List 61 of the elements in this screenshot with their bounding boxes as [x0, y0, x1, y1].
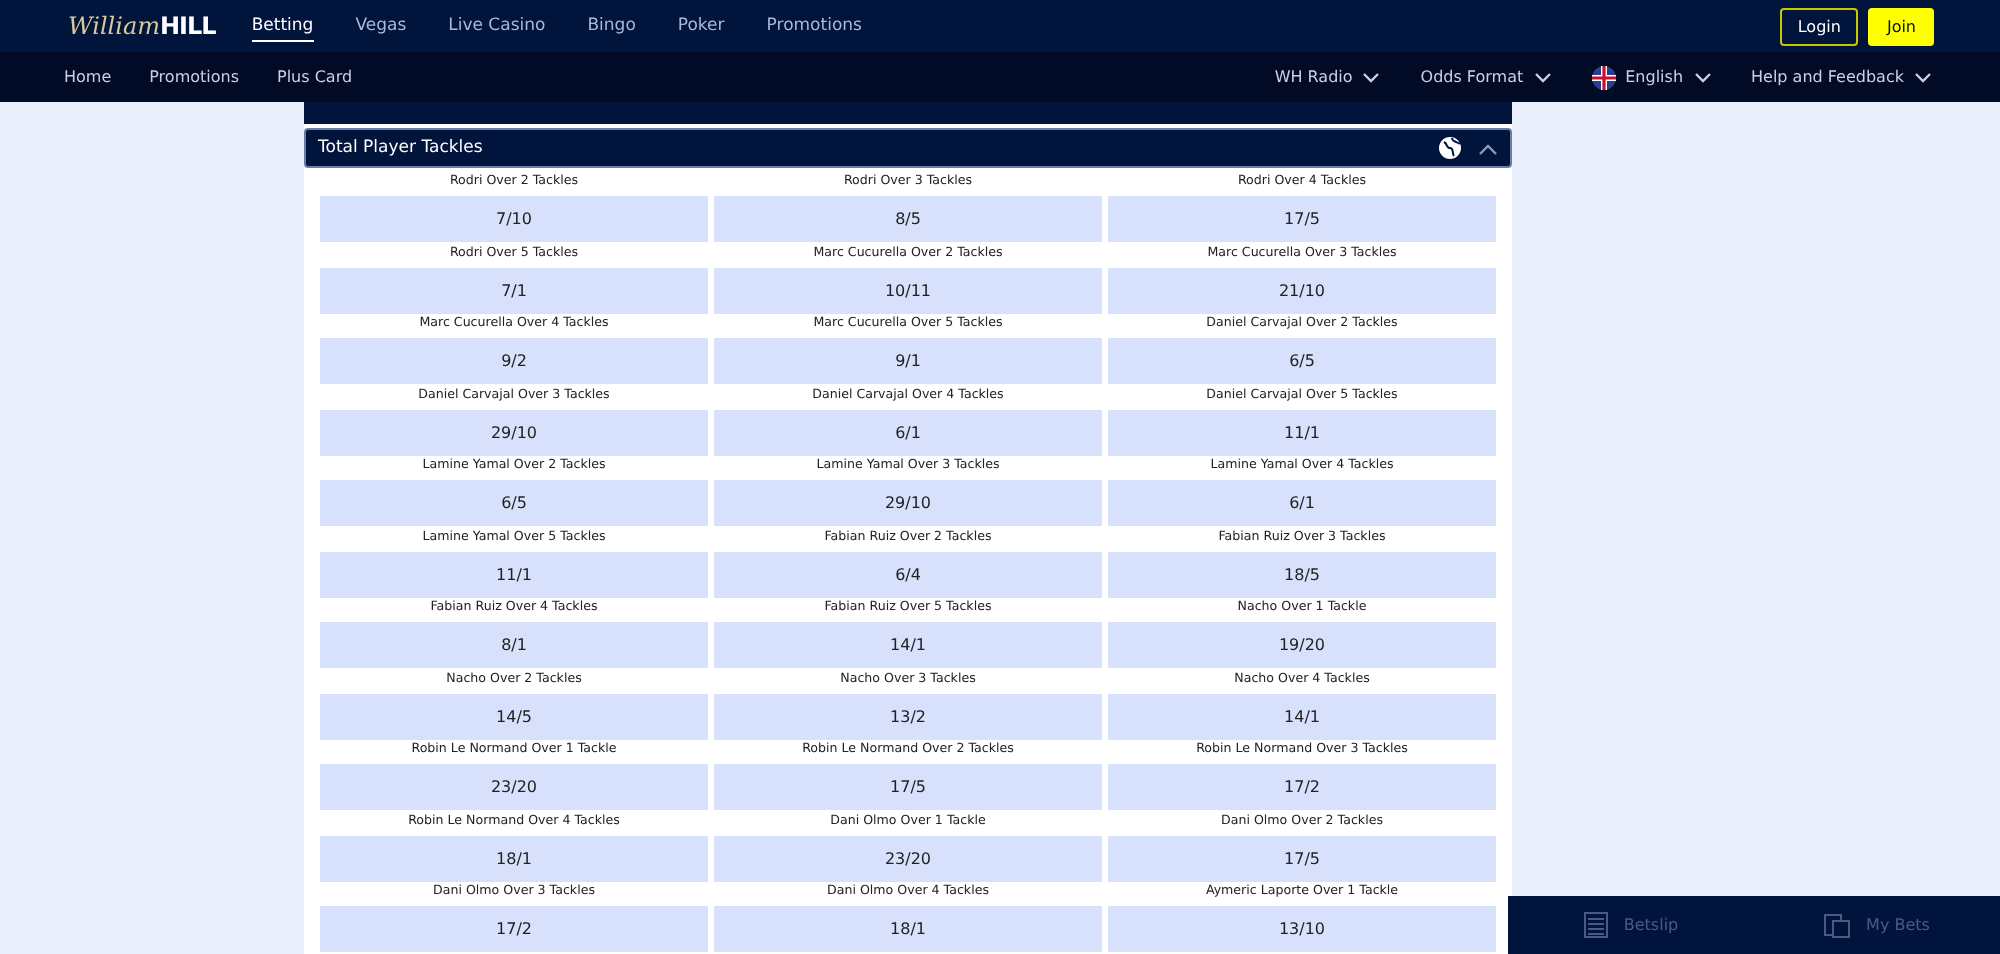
odds-button[interactable]: 13/10	[1108, 906, 1496, 952]
odds-button[interactable]: 17/5	[1108, 196, 1496, 242]
odds-button[interactable]: 17/2	[1108, 764, 1496, 810]
odds-button[interactable]: 6/1	[1108, 480, 1496, 526]
odds-button[interactable]: 8/1	[320, 622, 708, 668]
odds-button[interactable]: 18/5	[1108, 551, 1496, 597]
odds-button[interactable]: 11/1	[1108, 409, 1496, 455]
section-header[interactable]	[304, 102, 1512, 124]
odds-button[interactable]: 13/2	[714, 693, 1102, 739]
odds-button[interactable]: 17/2	[320, 906, 708, 952]
odds-button[interactable]: 19/20	[1108, 622, 1496, 668]
odds-button[interactable]: 6/1	[714, 409, 1102, 455]
nav-link[interactable]: Promotions	[149, 68, 239, 86]
odds-button[interactable]: 29/10	[320, 409, 708, 455]
odds-button[interactable]: 6/4	[714, 551, 1102, 597]
flag-icon	[1591, 65, 1616, 89]
odds-button[interactable]: 6/5	[320, 480, 708, 526]
chevron-icon	[1478, 141, 1498, 155]
market-title: Total Player Tackles	[318, 138, 483, 158]
menu-dropdown[interactable]: Odds Format	[1420, 68, 1552, 86]
market-header[interactable]: Total Player Tackles	[304, 128, 1512, 168]
odds-button[interactable]: 14/5	[320, 693, 708, 739]
nav-tab[interactable]: Bingo	[587, 11, 636, 41]
odds-button[interactable]: 7/10	[320, 196, 708, 242]
odds-button[interactable]: 17/5	[1108, 835, 1496, 881]
chevron-down-icon	[1362, 71, 1381, 83]
odds-button[interactable]: 9/2	[320, 338, 708, 384]
odds-button[interactable]: 10/11	[714, 267, 1102, 313]
login-button[interactable]: Login	[1779, 7, 1859, 45]
odds-button[interactable]: 18/1	[714, 906, 1102, 952]
odds-button[interactable]: 11/1	[320, 551, 708, 597]
list-icon	[1583, 912, 1608, 938]
nav-tab[interactable]: Poker	[677, 11, 725, 41]
nav-link[interactable]: Plus Card	[277, 68, 353, 86]
odds-button[interactable]: 21/10	[1108, 267, 1496, 313]
odds-button[interactable]: 17/5	[714, 764, 1102, 810]
odds-button[interactable]: 6/5	[1108, 338, 1496, 384]
nav-tab[interactable]: Live Casino	[448, 11, 546, 41]
odds-button[interactable]: 18/1	[320, 835, 708, 881]
nav-tab[interactable]: Promotions	[766, 11, 862, 41]
odds-button[interactable]: 8/5	[714, 196, 1102, 242]
menu-dropdown[interactable]: WH Radio	[1274, 68, 1381, 86]
chevron-down-icon	[1693, 71, 1712, 83]
menu-dropdown[interactable]: English	[1591, 65, 1712, 89]
odds-button[interactable]: 9/1	[714, 338, 1102, 384]
documents-icon	[1824, 913, 1851, 937]
nav-tab[interactable]: Betting	[251, 11, 314, 41]
odds-button[interactable]: 23/20	[320, 764, 708, 810]
odds-button[interactable]: 14/1	[1108, 693, 1496, 739]
nav-tab[interactable]: Vegas	[355, 11, 407, 41]
globe-icon	[1438, 136, 1462, 160]
odds-button[interactable]: 7/1	[320, 267, 708, 313]
chevron-down-icon	[1914, 71, 1932, 83]
menu-dropdown[interactable]: Help and Feedback	[1751, 68, 1932, 86]
odds-button[interactable]: 14/1	[714, 622, 1102, 668]
join-button[interactable]: Join	[1868, 7, 1934, 45]
odds-button[interactable]: 29/10	[714, 480, 1102, 526]
logo[interactable]: WilliamHILL	[68, 12, 216, 40]
odds-button[interactable]: 23/20	[714, 835, 1102, 881]
nav-link[interactable]: Home	[64, 68, 112, 86]
chevron-down-icon	[1533, 71, 1552, 83]
